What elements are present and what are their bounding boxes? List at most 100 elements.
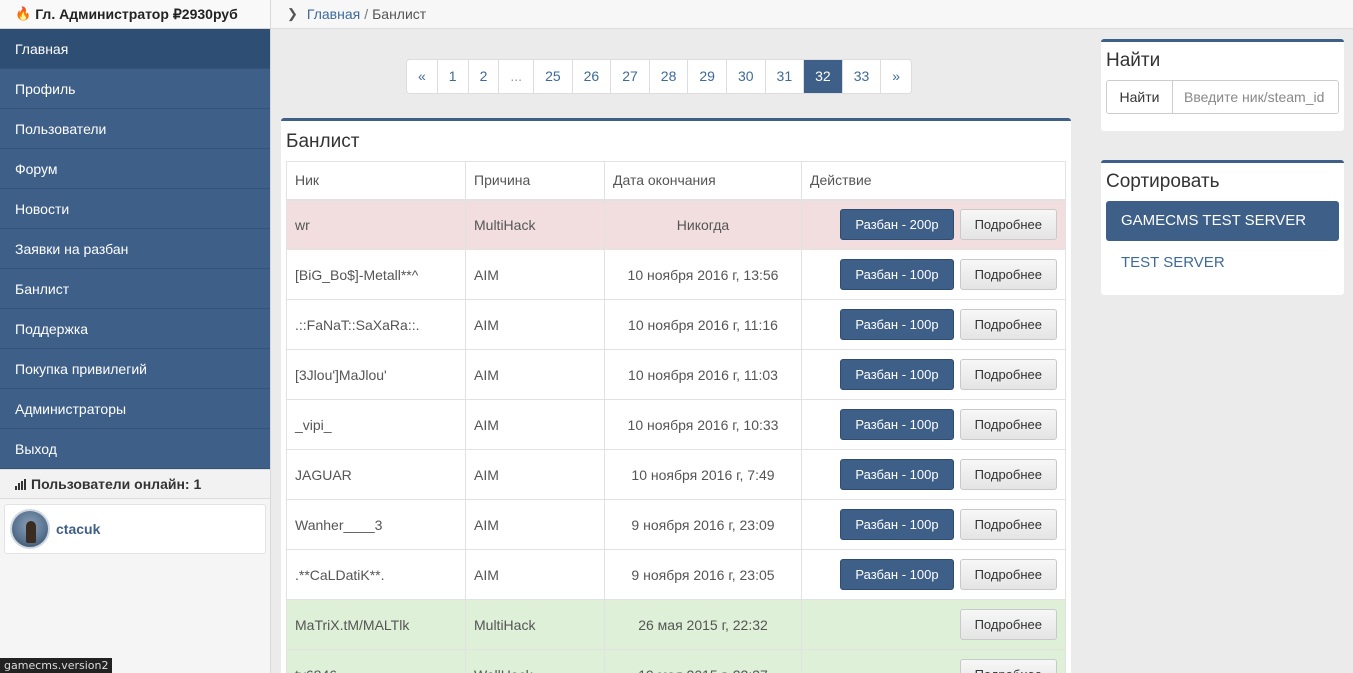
menu-item-profile[interactable]: Профиль <box>0 69 270 109</box>
page-link-31[interactable]: 31 <box>764 60 804 93</box>
cell-action: Разбан - 100р Подробнее <box>801 349 1066 400</box>
unban-button[interactable]: Разбан - 100р <box>840 359 954 390</box>
cell-end-date: 26 мая 2015 г, 22:32 <box>604 599 802 650</box>
unban-button[interactable]: Разбан - 100р <box>840 509 954 540</box>
breadcrumb-separator: / <box>364 6 369 22</box>
details-button[interactable]: Подробнее <box>959 259 1057 290</box>
cell-reason: AIM <box>465 299 605 350</box>
chevron-right-icon: ❯ <box>287 6 298 21</box>
unban-button[interactable]: Разбан - 100р <box>840 259 954 290</box>
search-bar: Найти <box>1106 80 1339 114</box>
online-user-card[interactable]: ctacuk <box>4 504 266 554</box>
page-link-30[interactable]: 30 <box>725 60 765 93</box>
menu-item-home[interactable]: Главная <box>0 29 270 69</box>
menu-item-banlist[interactable]: Банлист <box>0 269 270 309</box>
unban-button[interactable]: Разбан - 100р <box>840 409 954 440</box>
server-filter-gamecms-test[interactable]: GAMECMS TEST SERVER <box>1106 201 1339 241</box>
details-button[interactable]: Подробнее <box>959 659 1057 673</box>
cell-nick: .::FaNaT::SaXaRa::. <box>286 299 466 350</box>
menu-item-forum[interactable]: Форум <box>0 149 270 189</box>
cell-action: Разбан - 200р Подробнее <box>801 199 1066 250</box>
menu-item-logout[interactable]: Выход <box>0 429 270 469</box>
page-ellipsis: ... <box>498 60 534 93</box>
table-row: Wanher____3 AIM 9 ноября 2016 г, 23:09 Разб… <box>286 499 1066 550</box>
cell-reason: MultiHack <box>465 199 605 250</box>
unban-button[interactable]: Разбан - 100р <box>840 459 954 490</box>
unban-button[interactable]: Разбан - 100р <box>840 559 954 590</box>
cell-action: Подробнее <box>801 649 1066 673</box>
cell-nick: .**CaLDatiK**. <box>286 549 466 600</box>
breadcrumb-home-link[interactable]: Главная <box>307 6 360 22</box>
table-row: MaTriX.tM/MALTlk MultiHack 26 мая 2015 г, … <box>286 599 1066 650</box>
banlist-rows: wr MultiHack Никогда Разбан - 200р Подробнее… <box>286 199 1066 673</box>
page-next-link[interactable]: » <box>880 60 912 93</box>
page-link-28[interactable]: 28 <box>648 60 688 93</box>
search-button[interactable]: Найти <box>1107 81 1173 113</box>
banlist-table: Ник Причина Дата окончания Действие wr Mu… <box>286 161 1066 673</box>
menu-item-support[interactable]: Поддержка <box>0 309 270 349</box>
avatar[interactable] <box>10 509 50 549</box>
cell-action: Разбан - 100р Подробнее <box>801 249 1066 300</box>
page-link-29[interactable]: 29 <box>687 60 726 93</box>
cell-reason: AIM <box>465 549 605 600</box>
search-title: Найти <box>1106 50 1161 71</box>
cell-end-date: 10 ноября 2016 г, 13:56 <box>604 249 802 300</box>
details-button[interactable]: Подробнее <box>959 409 1057 440</box>
brand-header[interactable]: 🔥 Гл. Администратор ₽2930руб <box>0 0 270 29</box>
unban-button[interactable]: Разбан - 100р <box>840 309 954 340</box>
page-link-33[interactable]: 33 <box>841 60 881 93</box>
details-button[interactable]: Подробнее <box>959 359 1057 390</box>
banlist-panel: Банлист Ник Причина Дата окончания Дейст… <box>281 118 1071 673</box>
flame-icon: 🔥 <box>15 6 32 21</box>
cell-action: Разбан - 100р Подробнее <box>801 299 1066 350</box>
menu-item-admins[interactable]: Администраторы <box>0 389 270 429</box>
details-button[interactable]: Подробнее <box>959 609 1057 640</box>
cell-nick: _vipi_ <box>286 399 466 450</box>
version-label: gamecms.version2 <box>0 658 113 673</box>
table-row: [3Jlou']MaJlou' AIM 10 ноября 2016 г, 11:0… <box>286 349 1066 400</box>
search-panel: Найти Найти <box>1101 39 1344 131</box>
server-filter-test[interactable]: TEST SERVER <box>1106 241 1339 285</box>
table-row: ty6846WallHack19 мая 2015 г, 22:37 Подроб… <box>286 649 1066 673</box>
column-header-end-date[interactable]: Дата окончания <box>604 161 802 201</box>
details-button[interactable]: Подробнее <box>959 209 1057 241</box>
page-link-25[interactable]: 25 <box>533 60 572 93</box>
page-link-1[interactable]: 1 <box>436 60 468 93</box>
page-link-26[interactable]: 26 <box>571 60 611 93</box>
online-user-name[interactable]: ctacuk <box>56 521 100 537</box>
cell-nick: [3Jlou']MaJlou' <box>286 349 466 400</box>
details-button[interactable]: Подробнее <box>959 559 1057 590</box>
details-button[interactable]: Подробнее <box>959 309 1057 340</box>
menu-item-users[interactable]: Пользователи <box>0 109 270 149</box>
main-menu: Главная Профиль Пользователи Форум Новос… <box>0 29 270 469</box>
table-row: .::FaNaT::SaXaRa::. AIM 10 ноября 2016 г, … <box>286 299 1066 350</box>
menu-item-news[interactable]: Новости <box>0 189 270 229</box>
table-row: [BiG_Bo$]-Metall**^ AIM 10 ноября 2016 г, … <box>286 249 1066 300</box>
details-button[interactable]: Подробнее <box>959 459 1057 490</box>
cell-end-date: 10 ноября 2016 г, 7:49 <box>604 449 802 500</box>
banlist-title: Банлист <box>286 131 360 152</box>
table-row: JAGUAR AIM 10 ноября 2016 г, 7:49 Разбан - … <box>286 449 1066 500</box>
page-prev-link[interactable]: « <box>407 60 437 93</box>
cell-reason: AIM <box>465 399 605 450</box>
search-input[interactable] <box>1173 81 1338 113</box>
table-row: wr MultiHack Никогда Разбан - 200р Подробнее <box>286 199 1066 250</box>
page-link-32[interactable]: 32 <box>803 60 842 93</box>
cell-nick: Wanher____3 <box>286 499 466 550</box>
column-header-nick[interactable]: Ник <box>286 161 466 201</box>
unban-button[interactable]: Разбан - 200р <box>840 209 954 241</box>
menu-item-buy-privileges[interactable]: Покупка привилегий <box>0 349 270 389</box>
page-link-2[interactable]: 2 <box>467 60 499 93</box>
cell-nick: [BiG_Bo$]-Metall**^ <box>286 249 466 300</box>
cell-end-date: 10 ноября 2016 г, 11:16 <box>604 299 802 350</box>
column-header-action: Действие <box>801 161 1066 201</box>
cell-end-date: 19 мая 2015 г, 22:37 <box>604 649 802 673</box>
cell-end-date: 9 ноября 2016 г, 23:05 <box>604 549 802 600</box>
details-button[interactable]: Подробнее <box>959 509 1057 540</box>
menu-item-unban-requests[interactable]: Заявки на разбан <box>0 229 270 269</box>
column-header-reason[interactable]: Причина <box>465 161 605 201</box>
table-row: _vipi_ AIM 10 ноября 2016 г, 10:33 Разбан -… <box>286 399 1066 450</box>
table-row: .**CaLDatiK**. AIM 9 ноября 2016 г, 23:05 Р… <box>286 549 1066 600</box>
page-link-27[interactable]: 27 <box>610 60 649 93</box>
signal-bars-icon <box>15 478 26 490</box>
